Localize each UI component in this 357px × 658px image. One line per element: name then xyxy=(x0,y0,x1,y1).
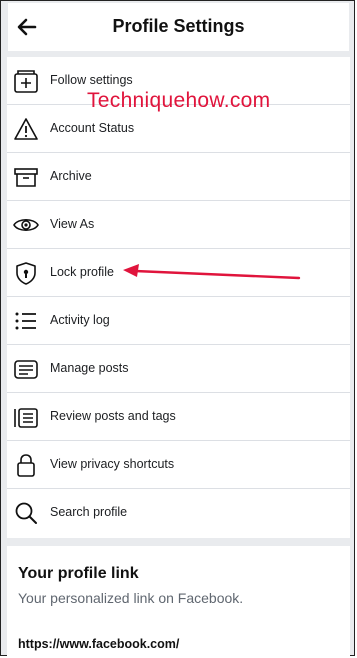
menu-item-view-as[interactable]: View As xyxy=(7,201,350,249)
eye-icon xyxy=(12,211,40,239)
menu-item-label: Follow settings xyxy=(50,73,133,87)
menu-item-view-privacy-shortcuts[interactable]: View privacy shortcuts xyxy=(7,441,350,489)
menu-item-label: Activity log xyxy=(50,313,110,327)
section-title: Your profile link xyxy=(18,565,139,582)
archive-icon xyxy=(12,163,40,191)
menu-item-search-profile[interactable]: Search profile xyxy=(7,489,350,537)
lock-icon xyxy=(12,451,40,479)
profile-link-section: Your profile link Your personalized link… xyxy=(7,546,350,657)
menu-item-review-posts[interactable]: Review posts and tags xyxy=(7,393,350,441)
warning-icon xyxy=(12,115,40,143)
list-icon xyxy=(12,307,40,335)
top-bar: Profile Settings xyxy=(8,3,349,51)
review-icon xyxy=(12,403,40,431)
menu-item-label: Lock profile xyxy=(50,265,114,279)
menu-item-follow-settings[interactable]: Follow settings xyxy=(7,57,350,105)
manage-posts-icon xyxy=(12,355,40,383)
menu-item-label: Archive xyxy=(50,169,92,183)
menu-item-label: Account Status xyxy=(50,121,135,135)
menu-item-label: View privacy shortcuts xyxy=(50,457,175,471)
search-icon xyxy=(12,499,40,527)
settings-menu: Follow settings Account Status Archive V… xyxy=(7,57,350,538)
follow-icon xyxy=(12,67,40,95)
menu-item-manage-posts[interactable]: Manage posts xyxy=(7,345,350,393)
menu-item-label: View As xyxy=(50,217,95,231)
page-title: Profile Settings xyxy=(112,16,245,36)
menu-item-lock-profile[interactable]: Lock profile xyxy=(7,249,350,297)
shield-lock-icon xyxy=(12,259,40,287)
menu-item-label: Search profile xyxy=(50,505,128,519)
menu-item-archive[interactable]: Archive xyxy=(7,153,350,201)
menu-item-account-status[interactable]: Account Status xyxy=(7,105,350,153)
menu-item-label: Manage posts xyxy=(50,361,129,375)
section-subtitle: Your personalized link on Facebook. xyxy=(18,590,244,606)
menu-item-label: Review posts and tags xyxy=(50,409,176,423)
profile-url[interactable]: https://www.facebook.com/ xyxy=(18,637,179,651)
menu-item-activity-log[interactable]: Activity log xyxy=(7,297,350,345)
app-frame: Profile Settings Follow settings Account… xyxy=(0,0,355,657)
